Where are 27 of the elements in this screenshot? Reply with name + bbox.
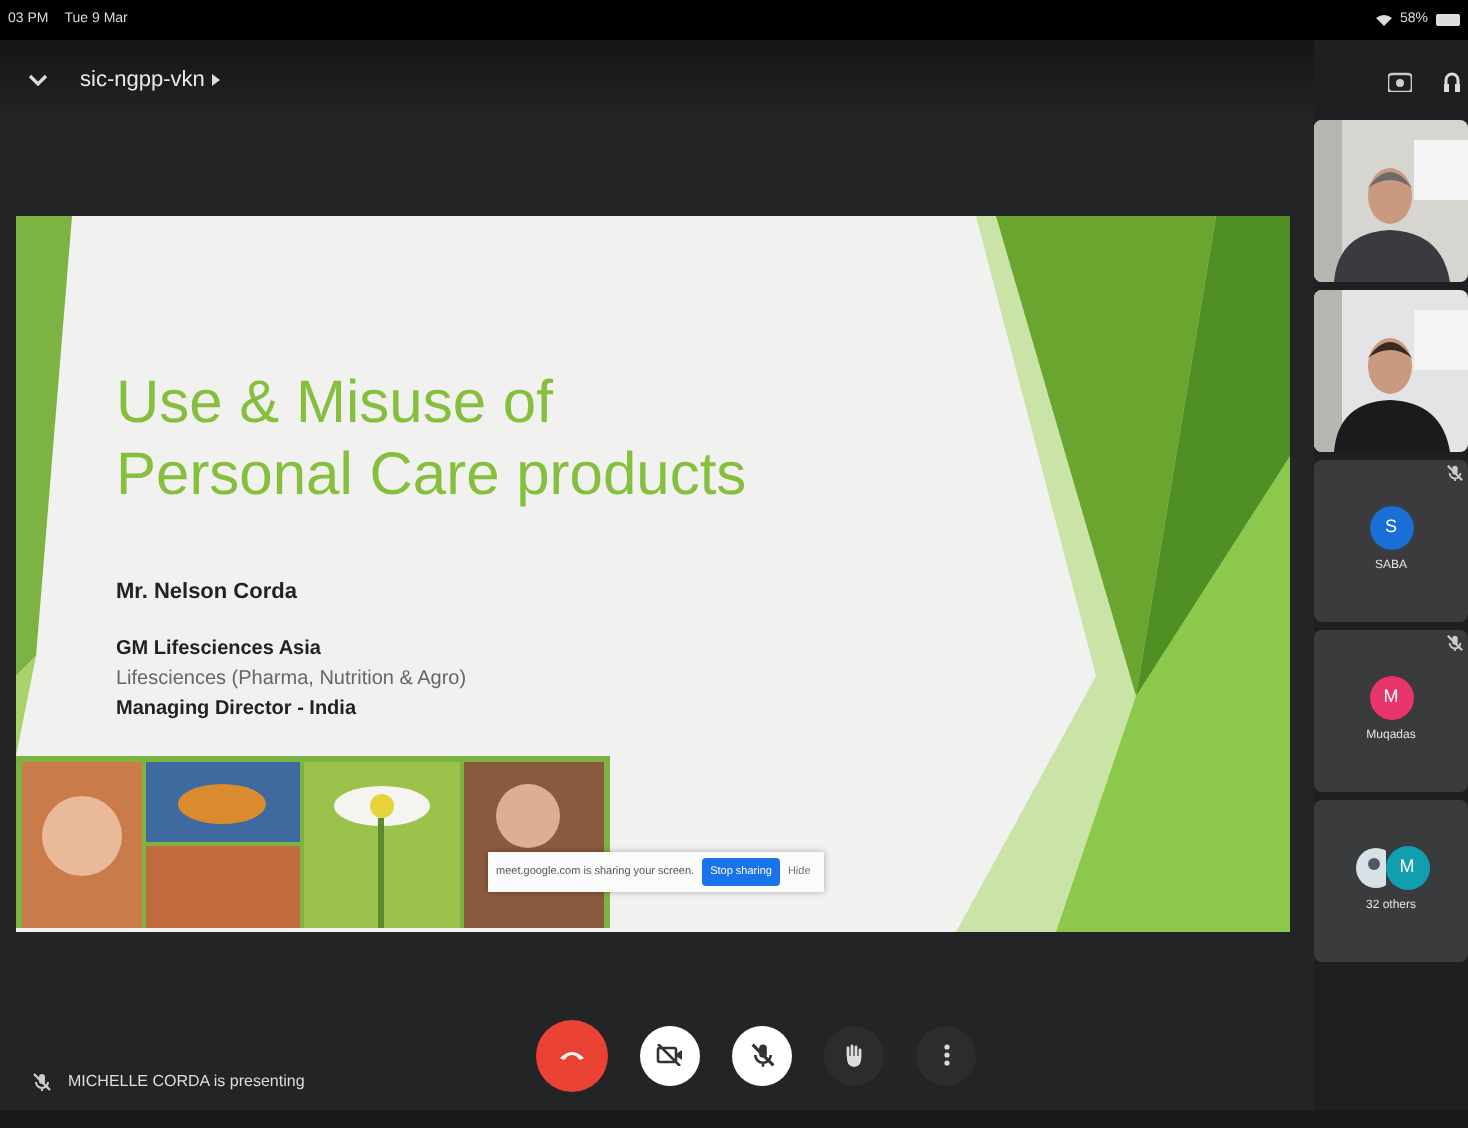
slide-text: Lifesciences (Pharma, Nutrition & Agro) (116, 665, 467, 693)
avatar-icon (1353, 846, 1385, 890)
camera-off-icon (656, 1044, 684, 1066)
raise-hand-button[interactable] (824, 1025, 884, 1085)
hang-up-button[interactable] (536, 1019, 608, 1091)
camera-switch-icon[interactable] (1388, 69, 1412, 91)
microphone-toggle-button[interactable] (732, 1025, 792, 1085)
wifi-icon (1375, 14, 1392, 26)
slide-title-line: Use & Misuse of (116, 368, 555, 440)
slide-text: Mr. Nelson Corda (116, 578, 299, 608)
slide-text: Managing Director - India (116, 695, 359, 723)
battery-icon (1436, 14, 1460, 26)
participant-avatar: M (1369, 676, 1413, 720)
microphone-off-icon (749, 1042, 775, 1068)
more-icon (943, 1044, 949, 1066)
participant-avatar: S (1369, 506, 1413, 550)
slide-text: GM Lifesciences Asia (116, 635, 323, 663)
collapse-chevron-icon[interactable] (28, 74, 48, 86)
headphones-icon[interactable] (1444, 69, 1460, 91)
caret-icon (212, 74, 221, 86)
presenting-status: MICHELLE CORDA is presenting (68, 1069, 305, 1093)
slide-title-line: Personal Care products (116, 440, 747, 512)
participant-avatar: M (1385, 846, 1429, 890)
meeting-title[interactable]: sic-ngpp-vkn (80, 63, 221, 97)
phone-icon (560, 1049, 584, 1061)
hand-icon (844, 1043, 864, 1067)
camera-toggle-button[interactable] (640, 1025, 700, 1085)
